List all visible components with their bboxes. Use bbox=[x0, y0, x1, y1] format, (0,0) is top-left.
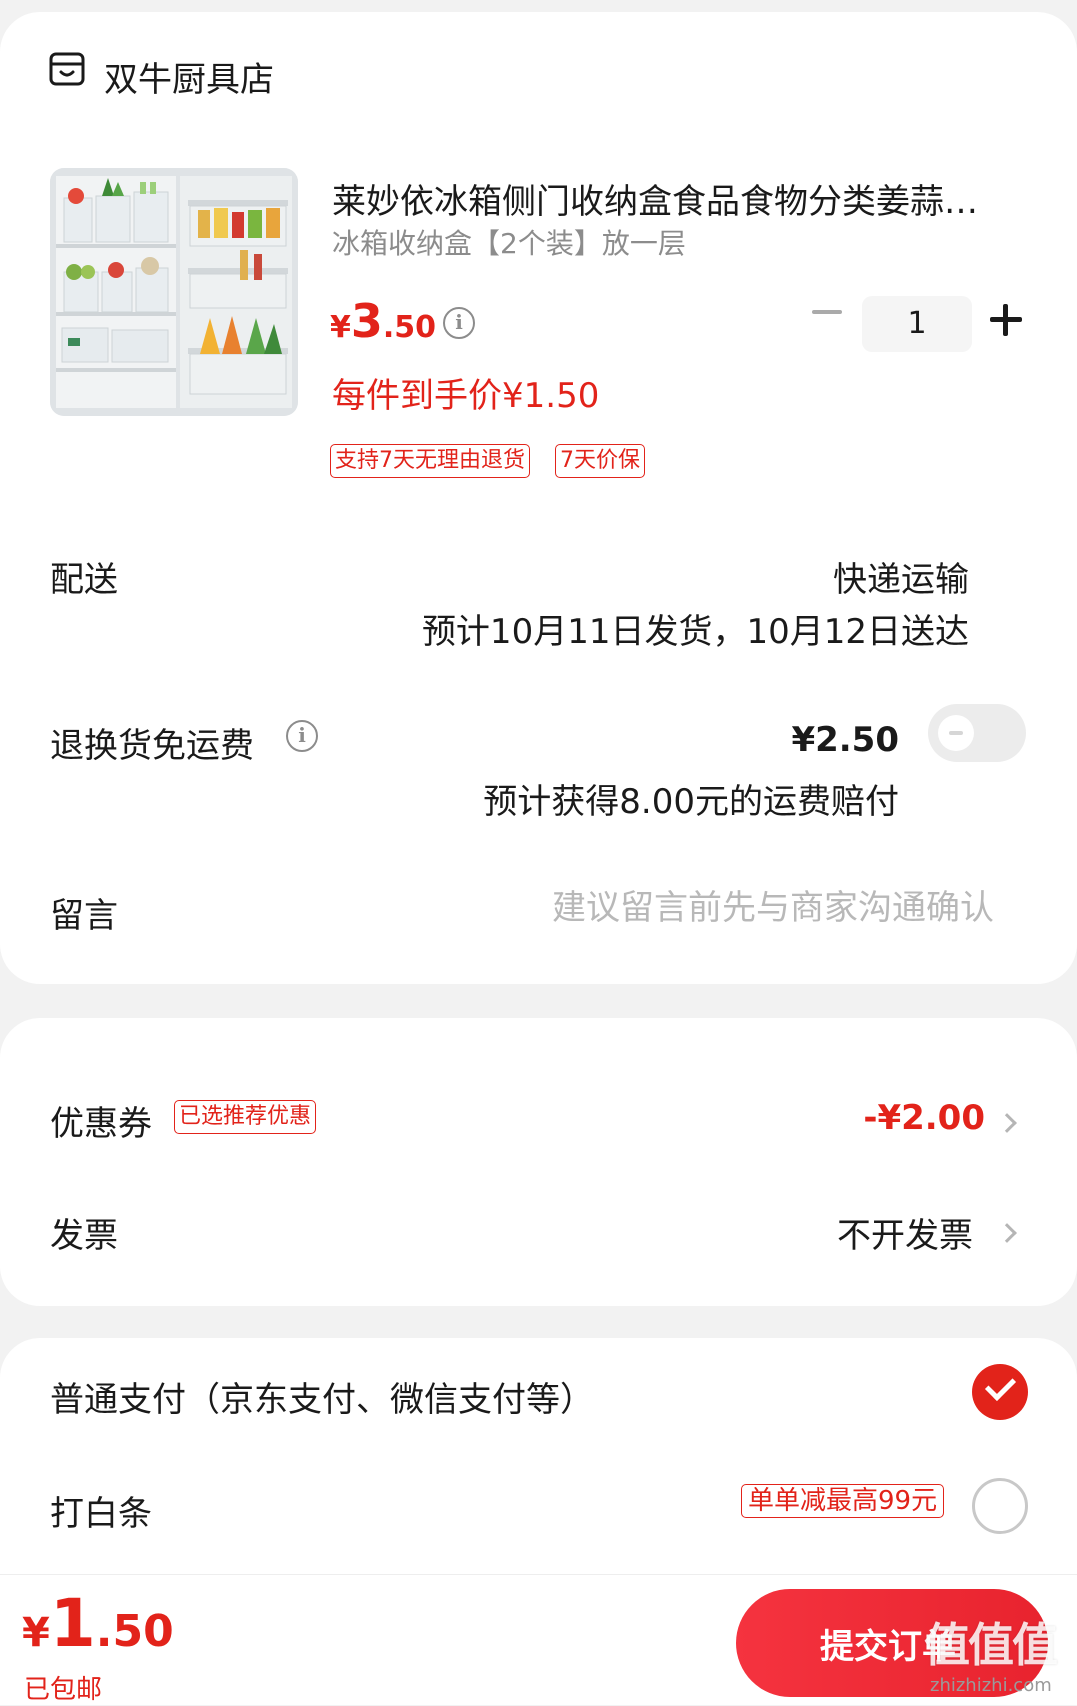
payment-card: 普通支付（京东支付、微信支付等） 打白条 单单减最高99元 bbox=[0, 1338, 1077, 1588]
return-shipping-label: 退换货免运费 bbox=[50, 726, 254, 766]
return-policy-tag: 支持7天无理由退货 bbox=[330, 444, 530, 478]
shop-icon bbox=[49, 52, 85, 86]
watermark-logo: 值值值 bbox=[924, 1618, 1058, 1672]
message-label: 留言 bbox=[50, 896, 118, 936]
order-card: 双牛厨具店 莱妙依冰箱侧门收纳盒食品食物分类姜蒜… 冰箱收纳盒【2个装】放一层 … bbox=[0, 12, 1077, 984]
baitiao-promo-tag: 单单减最高99元 bbox=[741, 1484, 945, 1518]
decrease-quantity-button[interactable] bbox=[812, 310, 842, 314]
product-image[interactable] bbox=[50, 168, 298, 416]
price-integer: 3 bbox=[350, 294, 383, 348]
payment-option-baitiao[interactable]: 打白条 bbox=[50, 1486, 152, 1535]
delivery-eta: 预计10月11日发货，10月12日送达 bbox=[421, 612, 969, 652]
info-icon[interactable]: i bbox=[443, 307, 475, 339]
coupon-tag: 已选推荐优惠 bbox=[174, 1100, 317, 1134]
invoice-value[interactable]: 不开发票 bbox=[837, 1208, 973, 1257]
order-total: ¥1.50 bbox=[22, 1585, 174, 1662]
message-input[interactable] bbox=[520, 884, 994, 932]
quantity-input[interactable]: 1 bbox=[862, 296, 972, 352]
delivery-method[interactable]: 快递运输 bbox=[833, 552, 969, 601]
watermark-url: zhizhizhi.com bbox=[930, 1675, 1052, 1696]
return-shipping-price: ¥2.50 bbox=[791, 720, 899, 760]
total-integer: 1 bbox=[49, 1585, 96, 1662]
discount-card: 优惠券 已选推荐优惠 -¥2.00 发票 不开发票 bbox=[0, 1018, 1077, 1306]
chevron-right-icon[interactable] bbox=[997, 1223, 1017, 1243]
increase-quantity-button[interactable] bbox=[990, 304, 1022, 336]
product-price: ¥3.50 bbox=[330, 294, 436, 348]
payment-option-normal[interactable]: 普通支付（京东支付、微信支付等） bbox=[50, 1372, 594, 1421]
checkout-bar: ¥1.50 已包邮 提交订单 值值值 zhizhizhi.com bbox=[0, 1574, 1077, 1705]
delivery-label: 配送 bbox=[50, 560, 118, 600]
product-title[interactable]: 莱妙依冰箱侧门收纳盒食品食物分类姜蒜… bbox=[332, 174, 1022, 223]
radio-unselected-icon[interactable] bbox=[972, 1478, 1028, 1534]
info-icon[interactable]: i bbox=[286, 720, 318, 752]
unit-price: 每件到手价¥1.50 bbox=[332, 376, 600, 416]
return-shipping-note: 预计获得8.00元的运费赔付 bbox=[483, 782, 899, 822]
price-currency: ¥ bbox=[330, 310, 351, 345]
total-currency: ¥ bbox=[22, 1610, 50, 1656]
price-protection-tag: 7天价保 bbox=[555, 444, 645, 478]
toggle-knob bbox=[938, 715, 974, 751]
chevron-right-icon[interactable] bbox=[997, 1113, 1017, 1133]
coupon-value[interactable]: -¥2.00 bbox=[863, 1098, 985, 1138]
checkmark-selected-icon[interactable] bbox=[972, 1364, 1028, 1420]
total-decimal: .50 bbox=[95, 1606, 174, 1657]
shop-name[interactable]: 双牛厨具店 bbox=[104, 52, 274, 101]
invoice-label: 发票 bbox=[50, 1216, 118, 1256]
shipping-note: 已包邮 bbox=[24, 1675, 103, 1705]
product-spec[interactable]: 冰箱收纳盒【2个装】放一层 bbox=[332, 222, 686, 262]
coupon-label: 优惠券 bbox=[50, 1104, 152, 1144]
return-shipping-toggle[interactable] bbox=[928, 704, 1026, 762]
price-decimal: .50 bbox=[382, 310, 437, 345]
